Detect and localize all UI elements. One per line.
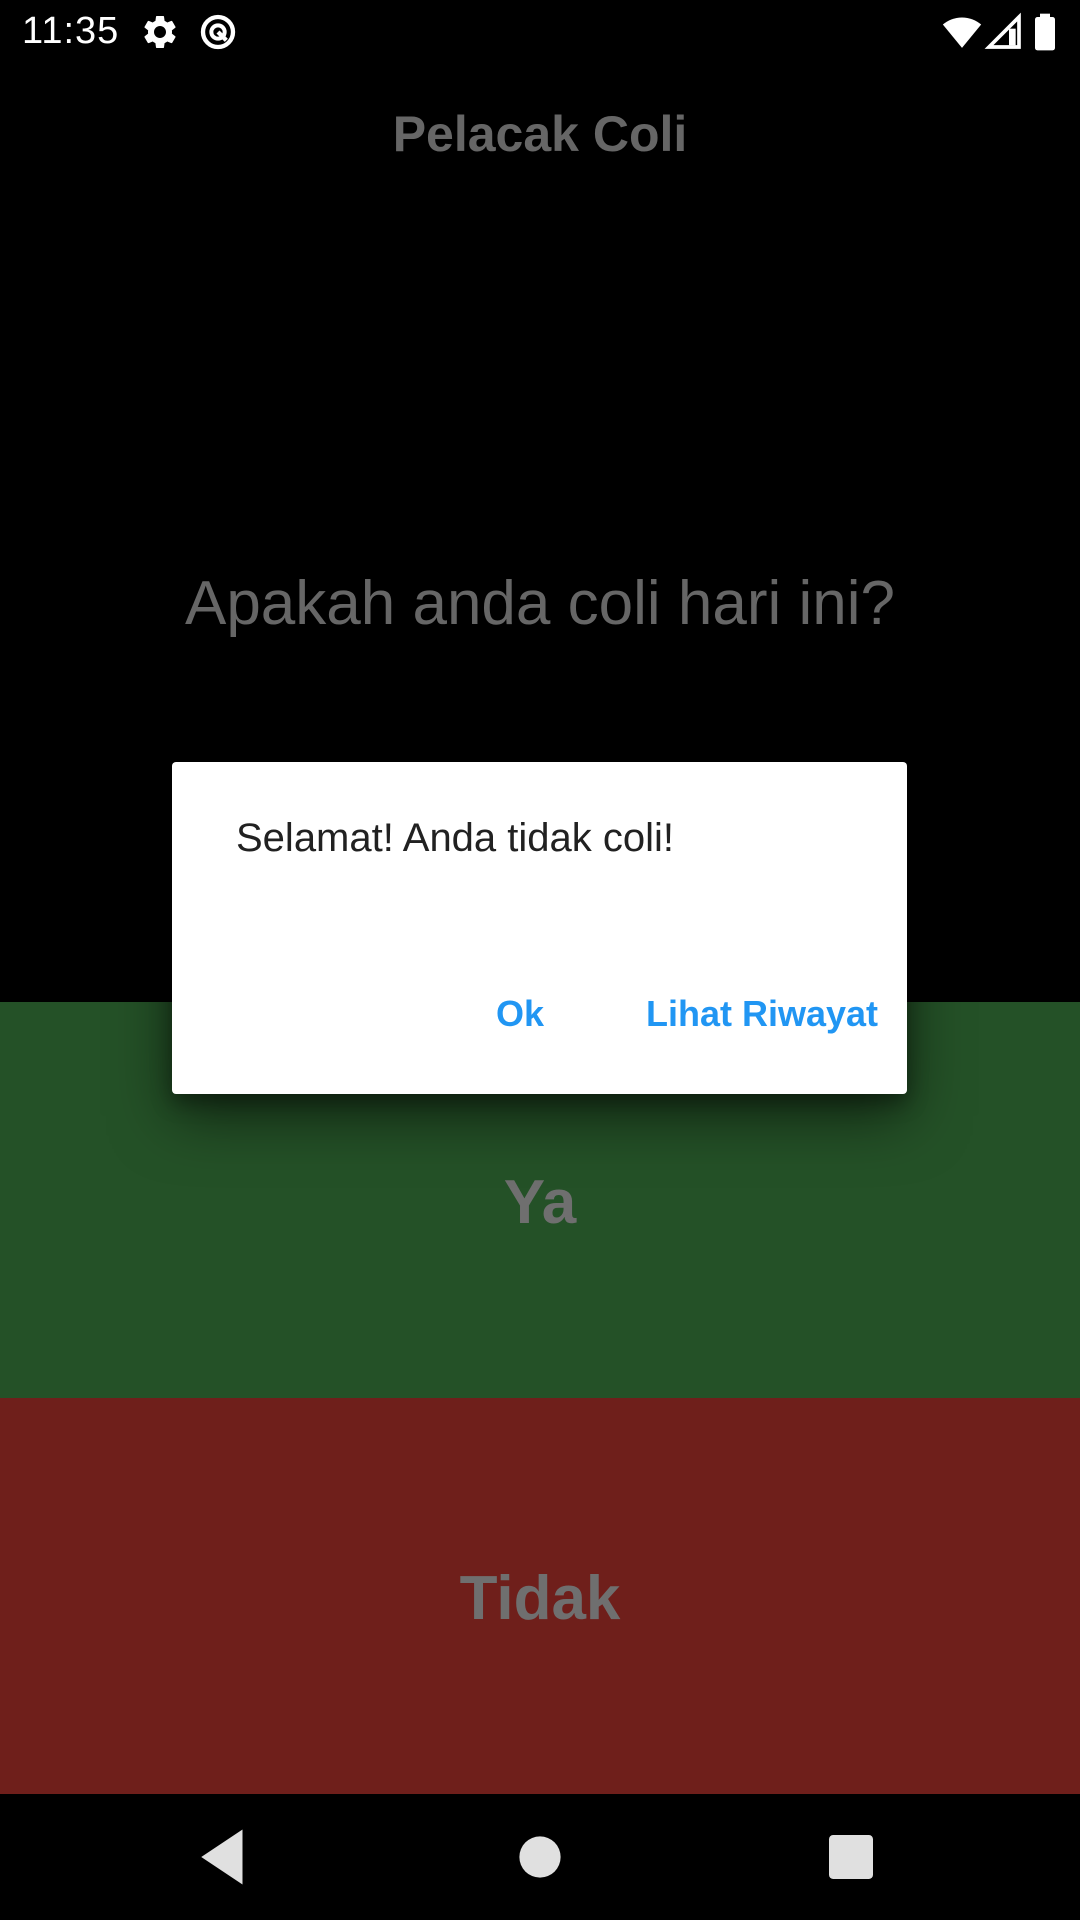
back-icon[interactable] (193, 1824, 259, 1890)
alert-dialog: Selamat! Anda tidak coli! Ok Lihat Riway… (172, 762, 907, 1094)
do-not-disturb-icon (198, 12, 238, 52)
view-history-button[interactable]: Lihat Riwayat (632, 986, 892, 1042)
home-icon[interactable] (507, 1824, 573, 1890)
ok-button[interactable]: Ok (482, 986, 558, 1042)
screen: 11:35 Pelacak Coli Apakah anda coli hari… (0, 0, 1080, 1920)
battery-icon (1030, 12, 1060, 52)
navigation-bar (0, 1794, 1080, 1920)
settings-icon (140, 12, 180, 52)
recents-icon[interactable] (818, 1824, 884, 1890)
dialog-message: Selamat! Anda tidak coli! (236, 816, 675, 860)
app-title: Pelacak Coli (392, 106, 688, 162)
yes-button-label: Ya (503, 1167, 577, 1237)
status-bar: 11:35 (0, 0, 1080, 63)
status-time: 11:35 (22, 10, 120, 52)
wifi-icon (942, 12, 982, 52)
cellular-signal-icon (984, 12, 1024, 52)
no-button[interactable]: Tidak (0, 1398, 1080, 1794)
question-text: Apakah anda coli hari ini? (184, 569, 896, 638)
no-button-label: Tidak (459, 1563, 621, 1633)
